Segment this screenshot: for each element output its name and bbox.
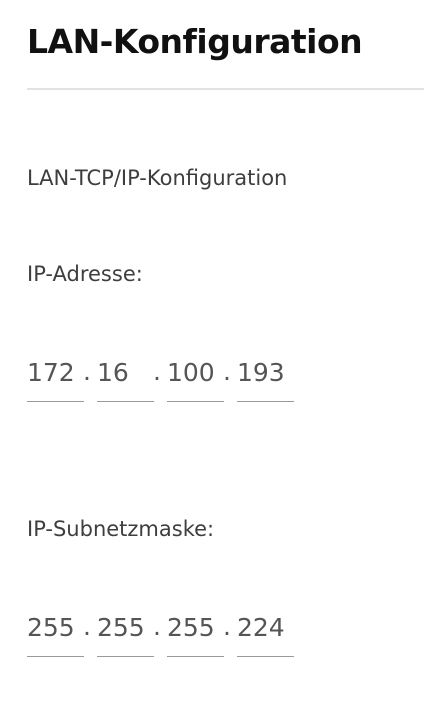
subnet-mask-octet-3-underline bbox=[167, 656, 224, 657]
subnet-mask-octet-1 bbox=[27, 610, 84, 660]
ip-address-octet-3-input[interactable] bbox=[167, 355, 224, 389]
subnet-mask-label: IP-Subnetzmaske: bbox=[27, 517, 215, 541]
ip-address-octet-4-underline bbox=[237, 401, 294, 402]
ip-address-octet-1-input[interactable] bbox=[27, 355, 84, 389]
title-divider bbox=[27, 88, 424, 90]
subnet-mask-octet-4 bbox=[237, 610, 294, 660]
subnet-mask-separator-3: . bbox=[223, 612, 231, 641]
subnet-mask-octet-2-underline bbox=[97, 656, 154, 657]
ip-address-octet-1-underline bbox=[27, 401, 84, 402]
lan-configuration-page: LAN-Konfiguration LAN-TCP/IP-Konfigurati… bbox=[0, 0, 424, 720]
section-label-lan-tcp-ip: LAN-TCP/IP-Konfiguration bbox=[27, 166, 288, 190]
subnet-mask-octet-2-input[interactable] bbox=[97, 610, 154, 644]
page-title: LAN-Konfiguration bbox=[27, 22, 363, 61]
ip-address-separator-1: . bbox=[83, 357, 91, 386]
ip-address-octet-2-input[interactable] bbox=[97, 355, 154, 389]
subnet-mask-separator-2: . bbox=[153, 612, 161, 641]
ip-address-octet-2-underline bbox=[97, 401, 154, 402]
ip-address-octet-3 bbox=[167, 355, 224, 405]
ip-address-octet-4-input[interactable] bbox=[237, 355, 294, 389]
subnet-mask-separator-1: . bbox=[83, 612, 91, 641]
ip-address-octet-1 bbox=[27, 355, 84, 405]
ip-address-label: IP-Adresse: bbox=[27, 262, 143, 286]
ip-address-separator-2: . bbox=[153, 357, 161, 386]
subnet-mask-octet-3 bbox=[167, 610, 224, 660]
subnet-mask-octet-3-input[interactable] bbox=[167, 610, 224, 644]
subnet-mask-octet-1-input[interactable] bbox=[27, 610, 84, 644]
ip-address-field: . . . bbox=[27, 355, 297, 405]
ip-address-separator-3: . bbox=[223, 357, 231, 386]
subnet-mask-octet-4-underline bbox=[237, 656, 294, 657]
subnet-mask-octet-4-input[interactable] bbox=[237, 610, 294, 644]
ip-address-octet-4 bbox=[237, 355, 294, 405]
subnet-mask-field: . . . bbox=[27, 610, 297, 660]
subnet-mask-octet-1-underline bbox=[27, 656, 84, 657]
ip-address-octet-3-underline bbox=[167, 401, 224, 402]
ip-address-octet-2 bbox=[97, 355, 154, 405]
subnet-mask-octet-2 bbox=[97, 610, 154, 660]
